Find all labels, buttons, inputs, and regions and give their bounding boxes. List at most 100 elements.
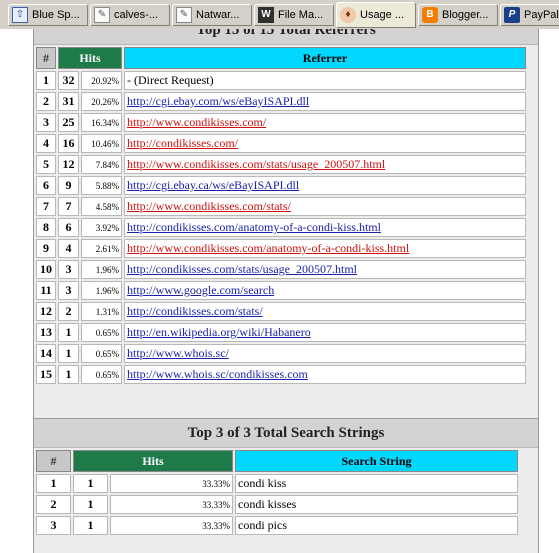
tab-file-manager[interactable]: W File Ma... [254, 4, 334, 26]
referrers-table: # Hits Referrer 1 32 20.92% - (Direct Reque… [34, 45, 528, 386]
page-icon: ✎ [94, 7, 110, 23]
referrer-cell: http://condikisses.com/ [124, 134, 526, 153]
referrer-link[interactable]: http://cgi.ebay.com/ws/eBayISAPI.dll [127, 94, 309, 108]
referrer-link[interactable]: http://www.condikisses.com/ [127, 115, 266, 129]
hits-count: 3 [58, 281, 79, 300]
tab-label: Blue Sp... [32, 9, 80, 21]
search-string-cell: condi kisses [235, 495, 518, 514]
row-number: 1 [36, 71, 56, 90]
search-string-cell: condi pics [235, 516, 518, 535]
tab-blogger[interactable]: B Blogger... [418, 4, 498, 26]
referrer-link[interactable]: http://www.whois.sc/condikisses.com [127, 367, 308, 381]
tab-label: PayPal ... [524, 9, 559, 21]
referrer-link[interactable]: http://condikisses.com/ [127, 136, 238, 150]
table-row: 8 6 3.92% http://condikisses.com/anatomy-of… [36, 218, 526, 237]
tab-label: calves-... [114, 9, 159, 21]
referrer-link[interactable]: http://www.condikisses.com/stats/usage_2… [127, 157, 385, 171]
hits-count: 1 [58, 323, 79, 342]
hits-percent: 4.58% [81, 197, 122, 216]
table-row: 7 7 4.58% http://www.condikisses.com/stats/ [36, 197, 526, 216]
hits-count: 1 [73, 474, 108, 493]
hits-percent: 33.33% [110, 474, 233, 493]
table-row: 15 1 0.65% http://www.whois.sc/condikisses.… [36, 365, 526, 384]
tab-label: Blogger... [442, 9, 489, 21]
row-number: 12 [36, 302, 56, 321]
hits-percent: 16.34% [81, 113, 122, 132]
referrers-title: Top 15 of 15 Total Referrers [34, 29, 538, 45]
hits-count: 12 [58, 155, 79, 174]
referrer-cell: http://www.google.com/search [124, 281, 526, 300]
header-referrer: Referrer [124, 47, 526, 69]
hits-percent: 1.31% [81, 302, 122, 321]
referrer-link[interactable]: http://www.google.com/search [127, 283, 274, 297]
table-row: 2 1 33.33% condi kisses [36, 495, 518, 514]
search-strings-title: Top 3 of 3 Total Search Strings [34, 419, 538, 448]
page-icon: ✎ [176, 7, 192, 23]
header-num: # [36, 450, 71, 472]
referrer-link[interactable]: http://www.whois.sc/ [127, 346, 229, 360]
table-row: 12 2 1.31% http://condikisses.com/stats/ [36, 302, 526, 321]
tab-paypal[interactable]: P PayPal ... [500, 4, 559, 26]
referrer-link[interactable]: http://condikisses.com/anatomy-of-a-cond… [127, 220, 381, 234]
hits-percent: 3.92% [81, 218, 122, 237]
referrer-link[interactable]: http://cgi.ebay.ca/ws/eBayISAPI.dll [127, 178, 299, 192]
table-row: 6 9 5.88% http://cgi.ebay.ca/ws/eBayISAPI.d… [36, 176, 526, 195]
table-row: 13 1 0.65% http://en.wikipedia.org/wiki/Hab… [36, 323, 526, 342]
search-header-row: # Hits Search String [36, 450, 518, 472]
row-number: 10 [36, 260, 56, 279]
row-number: 1 [36, 474, 71, 493]
hits-count: 9 [58, 176, 79, 195]
referrer-link[interactable]: http://www.condikisses.com/stats/ [127, 199, 291, 213]
blue-sp-icon: ⇧ [12, 7, 28, 23]
row-number: 3 [36, 113, 56, 132]
hits-percent: 2.61% [81, 239, 122, 258]
referrer-cell: - (Direct Request) [124, 71, 526, 90]
hits-count: 16 [58, 134, 79, 153]
table-row: 4 16 10.46% http://condikisses.com/ [36, 134, 526, 153]
referrer-cell: http://www.whois.sc/ [124, 344, 526, 363]
referrer-link[interactable]: http://en.wikipedia.org/wiki/Habanero [127, 325, 311, 339]
referrer-cell: http://www.condikisses.com/ [124, 113, 526, 132]
row-number: 15 [36, 365, 56, 384]
hits-count: 6 [58, 218, 79, 237]
row-number: 3 [36, 516, 71, 535]
row-number: 4 [36, 134, 56, 153]
hits-percent: 33.33% [110, 495, 233, 514]
referrer-cell: http://www.condikisses.com/anatomy-of-a-… [124, 239, 526, 258]
table-row: 1 32 20.92% - (Direct Request) [36, 71, 526, 90]
referrer-cell: http://www.whois.sc/condikisses.com [124, 365, 526, 384]
row-number: 2 [36, 92, 56, 111]
search-strings-table: # Hits Search String 1 1 33.33% condi kiss 2… [34, 448, 520, 537]
hits-percent: 0.65% [81, 344, 122, 363]
row-number: 6 [36, 176, 56, 195]
hits-count: 31 [58, 92, 79, 111]
search-string-cell: condi kiss [235, 474, 518, 493]
hits-percent: 0.65% [81, 365, 122, 384]
tab-calves[interactable]: ✎ calves-... [90, 4, 170, 26]
tab-label: Natwar... [196, 9, 240, 21]
referrer-link[interactable]: http://www.condikisses.com/anatomy-of-a-… [127, 241, 409, 255]
header-num: # [36, 47, 56, 69]
table-row: 14 1 0.65% http://www.whois.sc/ [36, 344, 526, 363]
hits-count: 1 [58, 365, 79, 384]
hits-count: 32 [58, 71, 79, 90]
table-row: 3 25 16.34% http://www.condikisses.com/ [36, 113, 526, 132]
tab-label: Usage ... [360, 9, 405, 21]
tab-blue-sp[interactable]: ⇧ Blue Sp... [8, 4, 88, 26]
usage-stats-icon: ♦ [340, 7, 356, 23]
table-row: 10 3 1.96% http://condikisses.com/stats/usa… [36, 260, 526, 279]
referrer-cell: http://condikisses.com/stats/ [124, 302, 526, 321]
row-number: 2 [36, 495, 71, 514]
hits-percent: 1.96% [81, 281, 122, 300]
referrer-link[interactable]: http://condikisses.com/stats/ [127, 304, 263, 318]
hits-percent: 0.65% [81, 323, 122, 342]
referrer-link[interactable]: http://condikisses.com/stats/usage_20050… [127, 262, 357, 276]
table-row: 5 12 7.84% http://www.condikisses.com/stats… [36, 155, 526, 174]
referrers-panel: Top 15 of 15 Total Referrers # Hits Refe… [33, 29, 539, 426]
hits-percent: 7.84% [81, 155, 122, 174]
row-number: 14 [36, 344, 56, 363]
referrer-cell: http://cgi.ebay.com/ws/eBayISAPI.dll [124, 92, 526, 111]
hits-percent: 33.33% [110, 516, 233, 535]
tab-natwar[interactable]: ✎ Natwar... [172, 4, 252, 26]
tab-usage-active[interactable]: ♦ Usage ... [336, 2, 416, 28]
